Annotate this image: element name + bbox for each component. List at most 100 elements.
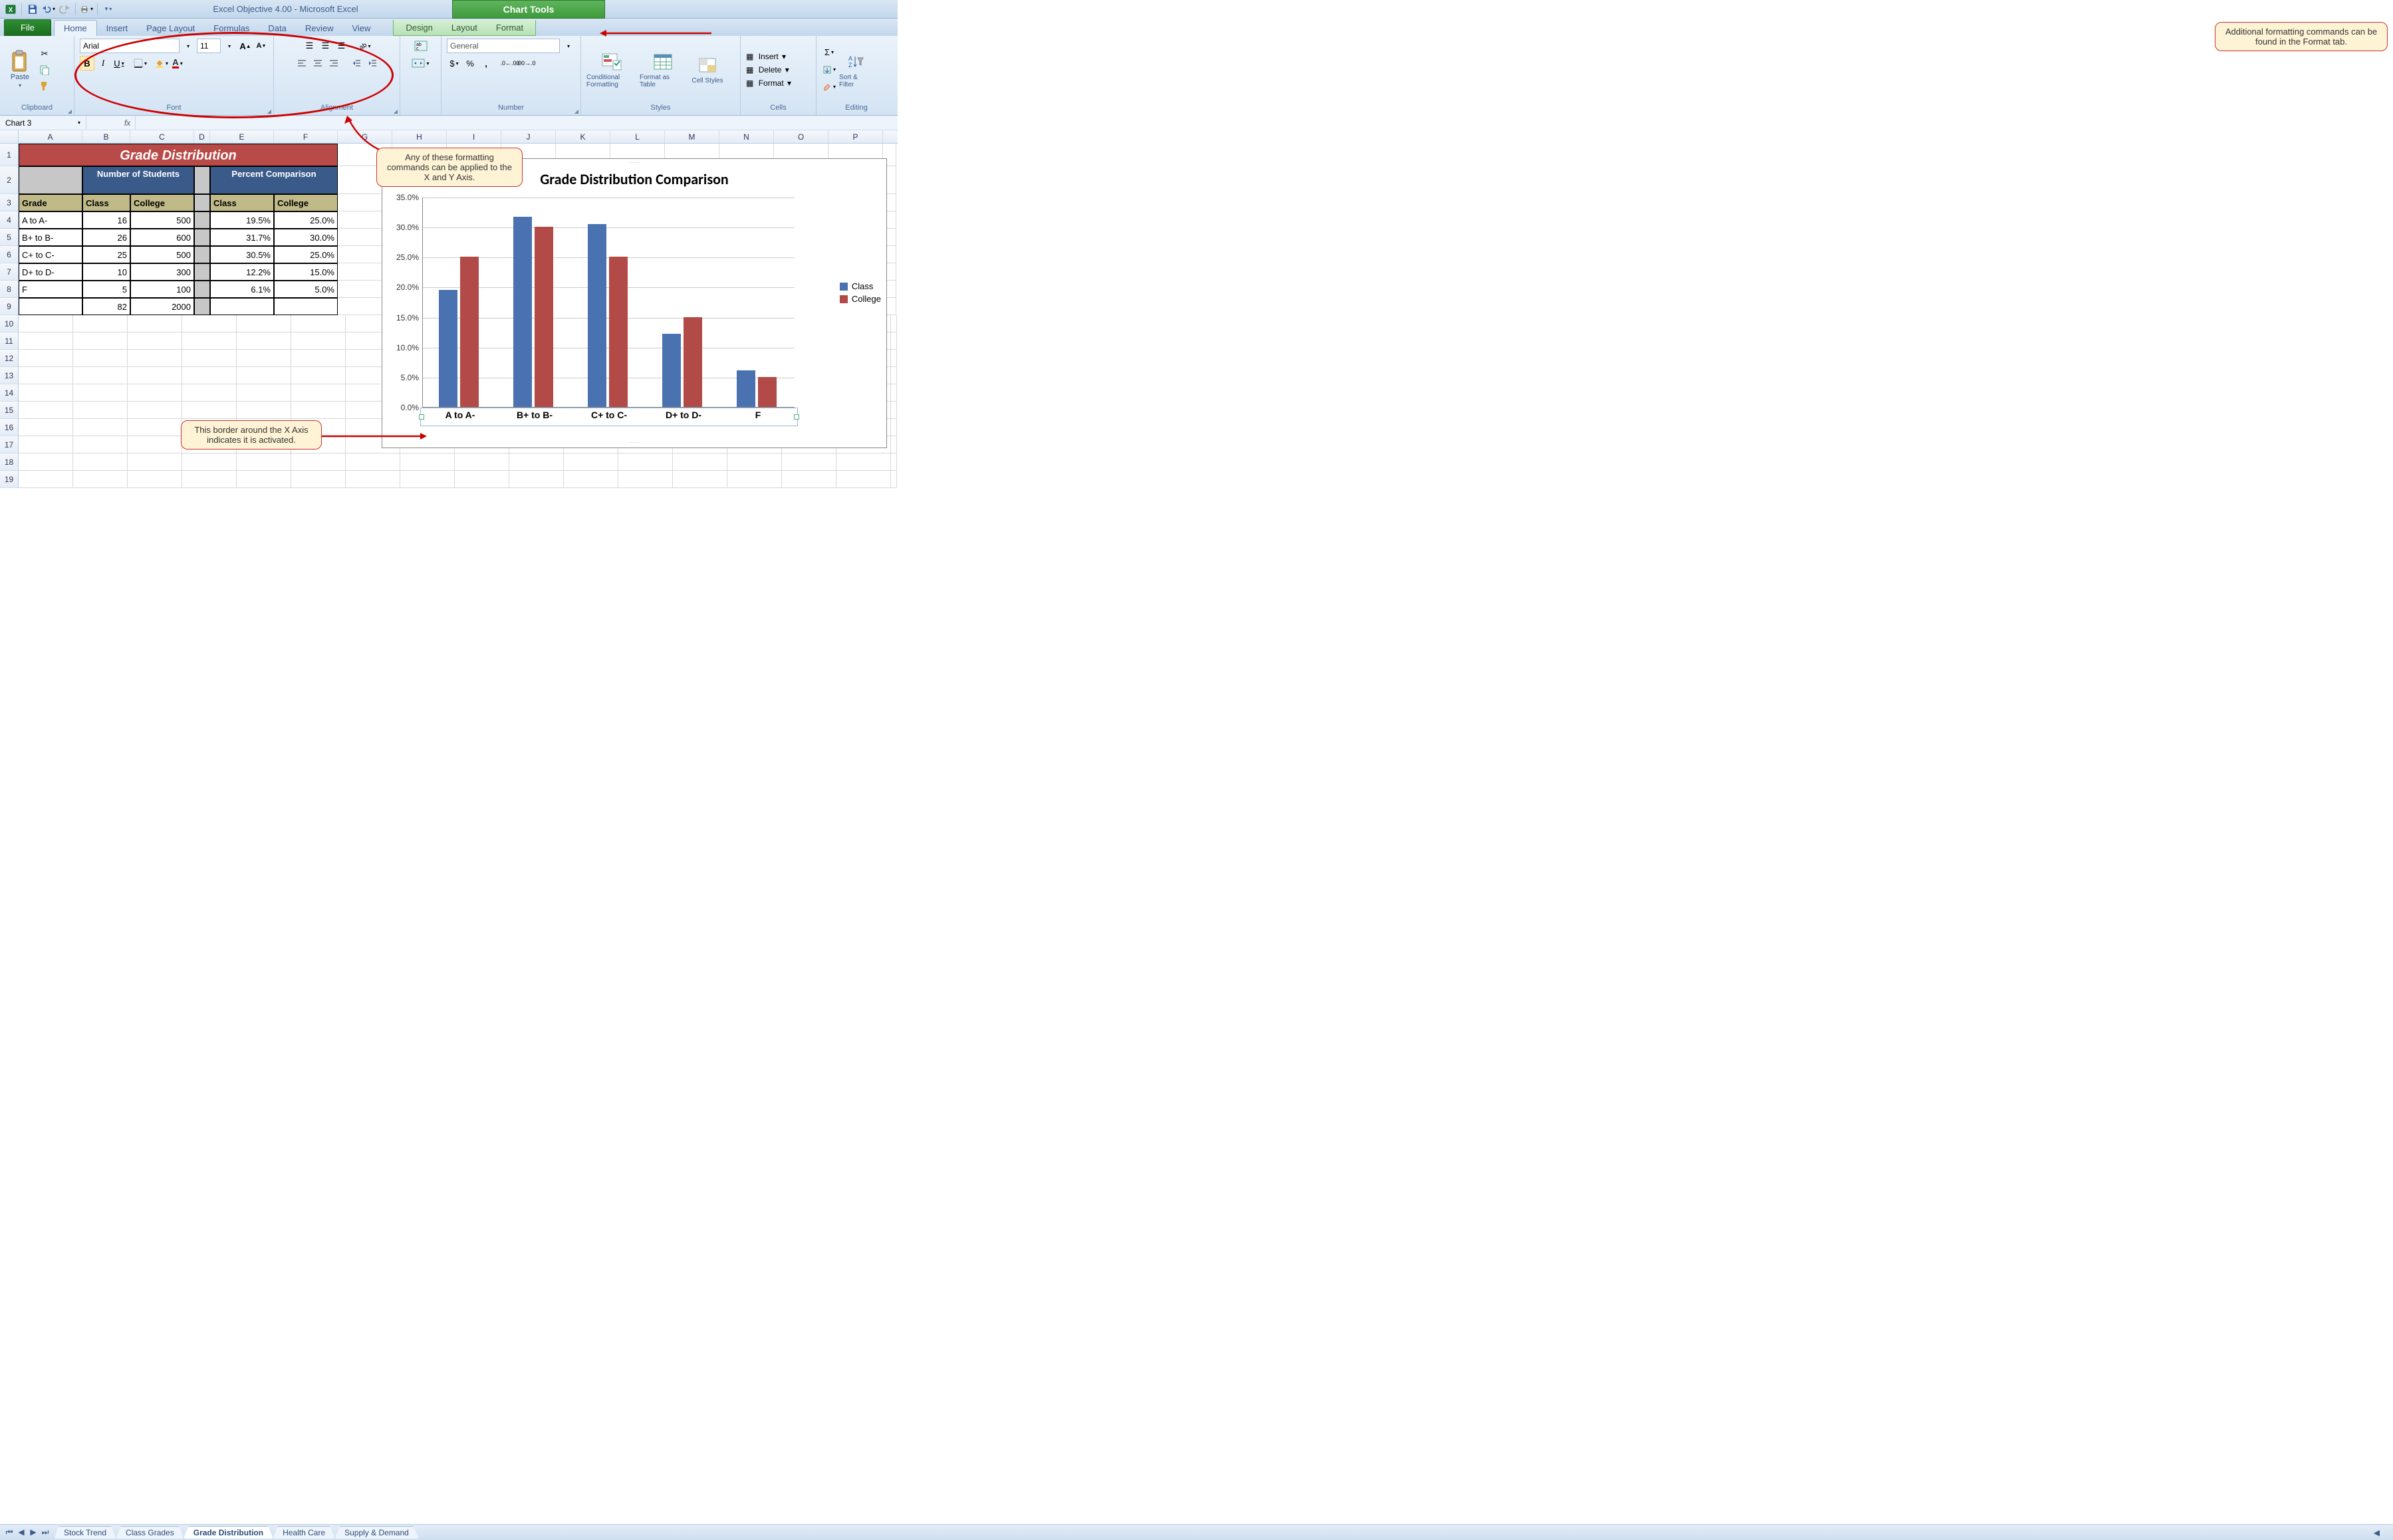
cell[interactable] xyxy=(194,281,210,298)
increase-decimal-icon[interactable]: .0←.00 xyxy=(503,56,517,70)
fx-icon[interactable]: fx xyxy=(120,116,136,130)
accounting-format-icon[interactable]: $ xyxy=(447,56,461,70)
row-header[interactable]: 7 xyxy=(0,263,19,281)
cell[interactable]: 5.0% xyxy=(274,281,338,298)
row-header[interactable]: 9 xyxy=(0,298,19,315)
dialog-launcher-icon[interactable]: ◢ xyxy=(68,108,72,114)
cell[interactable]: 5 xyxy=(82,281,130,298)
cell[interactable] xyxy=(194,166,210,194)
cell[interactable]: 100 xyxy=(130,281,194,298)
tab-format[interactable]: Format xyxy=(487,20,533,35)
column-header[interactable]: N xyxy=(719,130,774,143)
chart-bar[interactable] xyxy=(588,224,606,407)
cell[interactable] xyxy=(210,298,274,315)
row-header[interactable]: 17 xyxy=(0,436,19,453)
row-header[interactable]: 16 xyxy=(0,419,19,436)
column-header[interactable]: E xyxy=(210,130,274,143)
cell[interactable]: 15.0% xyxy=(274,263,338,281)
cell[interactable]: 2000 xyxy=(130,298,194,315)
column-header[interactable]: O xyxy=(774,130,828,143)
tab-insert[interactable]: Insert xyxy=(97,21,138,36)
row-header[interactable]: 5 xyxy=(0,229,19,246)
cell[interactable]: Percent Comparison xyxy=(210,166,338,194)
sheet-tab[interactable]: Health Care xyxy=(273,1526,335,1539)
cell[interactable]: Grade Distribution xyxy=(19,144,338,166)
fill-icon[interactable] xyxy=(822,63,836,77)
format-as-table-button[interactable]: Format as Table xyxy=(640,47,686,92)
cell[interactable]: Class xyxy=(210,194,274,211)
sheet-nav-first-icon[interactable]: ⏮ xyxy=(4,1527,15,1537)
align-bottom-icon[interactable]: ☰ xyxy=(334,39,349,53)
column-header[interactable]: F xyxy=(274,130,338,143)
row-header[interactable]: 11 xyxy=(0,332,19,350)
cell[interactable]: 10 xyxy=(82,263,130,281)
chart-bar[interactable] xyxy=(513,217,532,407)
sheet-tab[interactable]: Class Grades xyxy=(116,1526,184,1539)
redo-icon[interactable] xyxy=(58,3,71,16)
dialog-launcher-icon[interactable]: ◢ xyxy=(394,108,398,114)
cell[interactable]: 25.0% xyxy=(274,246,338,263)
row-header[interactable]: 6 xyxy=(0,246,19,263)
column-header[interactable]: H xyxy=(392,130,447,143)
chart-bar[interactable] xyxy=(535,227,553,407)
column-header[interactable]: M xyxy=(665,130,719,143)
chart-bar[interactable] xyxy=(439,290,457,407)
font-name-dropdown-icon[interactable]: ▾ xyxy=(181,39,195,53)
column-header[interactable]: L xyxy=(610,130,665,143)
comma-format-icon[interactable]: , xyxy=(479,56,493,70)
cell[interactable]: 500 xyxy=(130,246,194,263)
sheet-tab[interactable]: Stock Trend xyxy=(54,1526,116,1539)
cell[interactable] xyxy=(19,298,82,315)
clear-icon[interactable] xyxy=(822,80,836,94)
tab-data[interactable]: Data xyxy=(259,21,295,36)
x-axis-tick[interactable]: A to A- xyxy=(423,407,497,420)
font-size-input[interactable] xyxy=(197,39,221,53)
row-header[interactable]: 19 xyxy=(0,471,19,488)
row-header[interactable]: 14 xyxy=(0,384,19,402)
wrap-text-icon[interactable]: abc xyxy=(406,39,436,53)
cell[interactable] xyxy=(274,298,338,315)
format-painter-icon[interactable] xyxy=(37,78,52,93)
row-header[interactable]: 18 xyxy=(0,453,19,471)
dialog-launcher-icon[interactable]: ◢ xyxy=(267,108,271,114)
number-format-input[interactable] xyxy=(447,39,560,53)
save-icon[interactable] xyxy=(26,3,39,16)
cell[interactable]: 26 xyxy=(82,229,130,246)
delete-cells-button[interactable]: ▦ Delete ▾ xyxy=(746,65,791,74)
cell[interactable] xyxy=(194,246,210,263)
x-axis-tick[interactable]: B+ to B- xyxy=(497,407,572,420)
dialog-launcher-icon[interactable]: ◢ xyxy=(574,108,578,114)
cell[interactable]: 30.0% xyxy=(274,229,338,246)
copy-icon[interactable] xyxy=(37,63,52,77)
cell[interactable]: 300 xyxy=(130,263,194,281)
column-header[interactable]: J xyxy=(501,130,556,143)
row-header[interactable]: 4 xyxy=(0,211,19,229)
row-header[interactable]: 1 xyxy=(0,144,19,166)
cut-icon[interactable]: ✂ xyxy=(37,47,52,61)
column-header[interactable]: P xyxy=(828,130,883,143)
row-header[interactable]: 13 xyxy=(0,367,19,384)
chart-bar[interactable] xyxy=(737,370,755,407)
grow-font-icon[interactable]: A▲ xyxy=(238,39,253,53)
fill-color-icon[interactable] xyxy=(154,56,169,70)
cell[interactable]: 25 xyxy=(82,246,130,263)
percent-format-icon[interactable]: % xyxy=(463,56,477,70)
tab-review[interactable]: Review xyxy=(296,21,343,36)
cell[interactable]: 600 xyxy=(130,229,194,246)
column-header[interactable]: C xyxy=(130,130,194,143)
font-name-input[interactable] xyxy=(80,39,180,53)
tab-home[interactable]: Home xyxy=(54,20,97,36)
bold-icon[interactable]: B xyxy=(80,56,94,70)
font-color-icon[interactable]: A xyxy=(170,56,185,70)
column-header[interactable]: D xyxy=(194,130,210,143)
chart-bar[interactable] xyxy=(460,257,479,407)
cell[interactable]: 82 xyxy=(82,298,130,315)
cell[interactable]: 500 xyxy=(130,211,194,229)
plot-area[interactable]: 0.0%5.0%10.0%15.0%20.0%25.0%30.0%35.0% A… xyxy=(422,197,795,408)
cell[interactable]: 19.5% xyxy=(210,211,274,229)
tab-page-layout[interactable]: Page Layout xyxy=(137,21,204,36)
align-center-icon[interactable] xyxy=(311,56,325,70)
increase-indent-icon[interactable] xyxy=(365,56,380,70)
cell[interactable]: 12.2% xyxy=(210,263,274,281)
select-all-corner[interactable] xyxy=(0,130,19,143)
